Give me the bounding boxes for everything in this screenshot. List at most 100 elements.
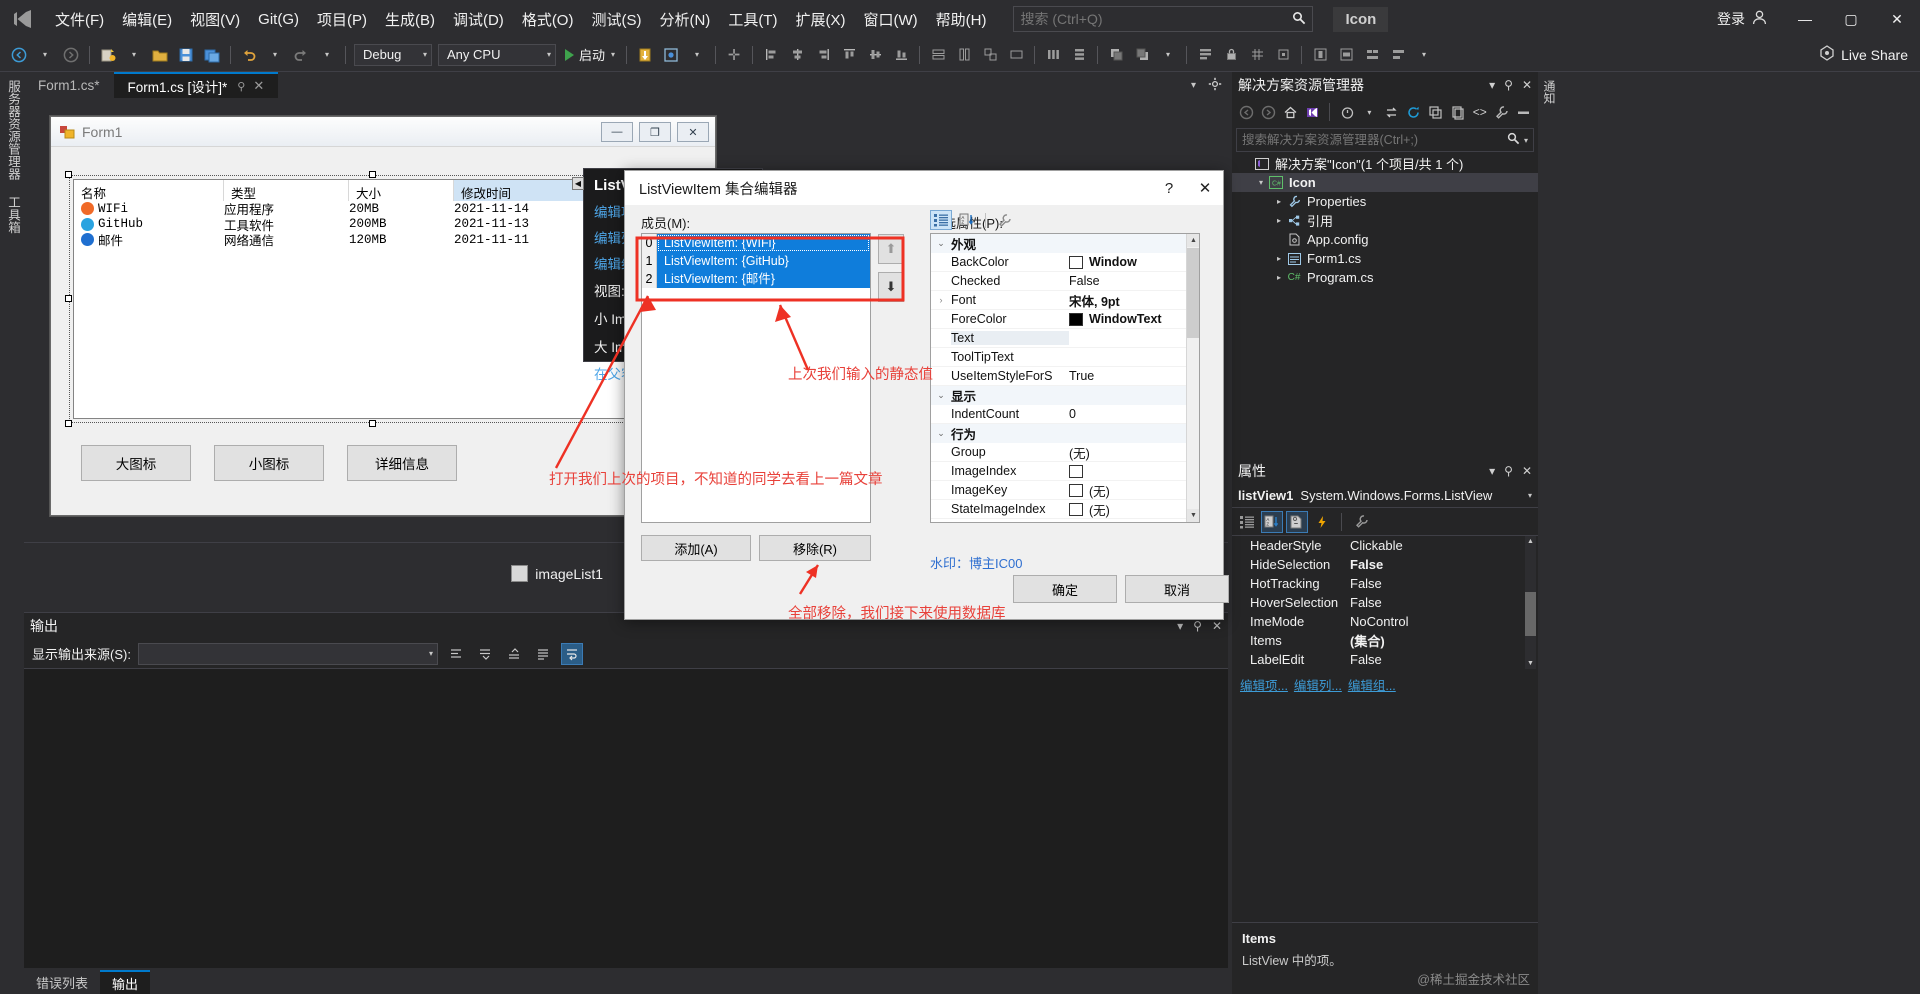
- member-item-2[interactable]: 2 ListViewItem: {邮件}: [642, 270, 870, 288]
- pin-icon[interactable]: ⚲: [1504, 78, 1513, 92]
- solution-configuration-combo[interactable]: Debug ▾: [354, 43, 432, 66]
- form-minimize-button[interactable]: —: [601, 122, 633, 142]
- save-icon[interactable]: [174, 43, 198, 67]
- close-icon[interactable]: ✕: [1212, 619, 1222, 633]
- properties-wrench-icon[interactable]: [993, 210, 1015, 230]
- lock-controls-icon[interactable]: [1219, 43, 1243, 67]
- property-row-hideselection[interactable]: HideSelection False: [1232, 555, 1538, 574]
- property-row-forecolor[interactable]: ForeColor WindowText: [931, 310, 1199, 329]
- search-input[interactable]: [1020, 11, 1293, 27]
- server-explorer-tab[interactable]: 服务器资源管理器: [0, 72, 27, 188]
- property-row-useitemstyleforsubitems[interactable]: UseItemStyleForS True: [931, 367, 1199, 386]
- close-icon[interactable]: ✕: [1522, 78, 1532, 92]
- chevron-down-icon[interactable]: ⌄: [931, 390, 951, 401]
- property-value[interactable]: (无): [1089, 481, 1110, 500]
- more-toolbar-icon[interactable]: ▾: [1412, 43, 1436, 67]
- resize-handle-nw[interactable]: [65, 171, 72, 178]
- toolbox-tab[interactable]: 工具箱: [0, 188, 27, 242]
- tab-error-list[interactable]: 错误列表: [24, 970, 100, 994]
- property-row-imageindex[interactable]: ImageIndex: [931, 462, 1199, 481]
- property-value[interactable]: False: [1350, 576, 1538, 591]
- properties-scrollbar[interactable]: ▲ ▼: [1525, 536, 1536, 669]
- view-code-icon[interactable]: <>: [1470, 101, 1490, 123]
- twisty[interactable]: ▸: [1272, 197, 1286, 206]
- scroll-down-icon[interactable]: ▼: [1525, 658, 1536, 669]
- property-value[interactable]: (无): [1089, 500, 1110, 519]
- output-source-combo[interactable]: ▾: [137, 642, 438, 665]
- align-rights-icon[interactable]: [811, 43, 835, 67]
- tab-output[interactable]: 输出: [100, 970, 151, 994]
- property-row-indentcount[interactable]: IndentCount 0: [931, 405, 1199, 424]
- tab-form1-cs[interactable]: Form1.cs*: [24, 72, 114, 98]
- pin-icon[interactable]: ⚲: [1193, 619, 1202, 633]
- property-value[interactable]: 宋体, 9pt: [1069, 291, 1120, 310]
- tray-imagelist1[interactable]: imageList1: [511, 565, 603, 582]
- add-button[interactable]: 添加(A): [641, 535, 751, 561]
- property-row-items[interactable]: Items (集合): [1232, 631, 1538, 650]
- align-grid-icon[interactable]: [1360, 43, 1384, 67]
- listviewitem-collection-editor-dialog[interactable]: ListViewItem 集合编辑器 ? ✕ 成员(M): 多选属性(P): 0…: [624, 170, 1229, 620]
- dialog-help-button[interactable]: ?: [1151, 171, 1187, 205]
- live-share-button[interactable]: Live Share: [1819, 45, 1908, 64]
- save-all-icon[interactable]: [200, 43, 224, 67]
- scroll-thumb[interactable]: [1525, 592, 1536, 636]
- chevron-down-icon[interactable]: ▾: [1489, 78, 1495, 92]
- form-maximize-button[interactable]: ❐: [639, 122, 671, 142]
- redo-icon[interactable]: [289, 43, 313, 67]
- scroll-up-icon[interactable]: ▲: [1525, 536, 1536, 547]
- close-icon[interactable]: ✕: [1522, 464, 1532, 478]
- align-tops-icon[interactable]: [837, 43, 861, 67]
- menu-format[interactable]: 格式(O): [513, 4, 583, 35]
- property-value[interactable]: False: [1350, 652, 1538, 667]
- size-grip-icon[interactable]: [1004, 43, 1028, 67]
- chevron-down-icon[interactable]: ⌄: [931, 428, 951, 439]
- chevron-down-icon[interactable]: ⌄: [931, 238, 951, 249]
- output-text-area[interactable]: [24, 669, 1228, 968]
- property-pages-icon[interactable]: [1286, 510, 1308, 533]
- collapse-all-icon[interactable]: [1426, 101, 1446, 123]
- solution-name-pill[interactable]: Icon: [1333, 6, 1389, 32]
- layering-dropdown-icon[interactable]: ▾: [1156, 43, 1180, 67]
- tree-node-properties[interactable]: ▸ Properties: [1232, 192, 1538, 211]
- twisty[interactable]: ▸: [1272, 273, 1286, 282]
- align-lefts-icon[interactable]: [759, 43, 783, 67]
- menu-window[interactable]: 窗口(W): [854, 4, 926, 35]
- menu-help[interactable]: 帮助(H): [927, 4, 996, 35]
- events-lightning-icon[interactable]: [1311, 511, 1333, 533]
- tree-node-references[interactable]: ▸ 引用: [1232, 211, 1538, 230]
- pending-changes-icon[interactable]: [1337, 101, 1357, 123]
- bring-to-front-icon[interactable]: [1104, 43, 1128, 67]
- property-category-display[interactable]: ⌄ 显示: [931, 386, 1199, 405]
- move-down-button[interactable]: ⬇: [878, 272, 904, 302]
- categorized-view-icon[interactable]: [1236, 511, 1258, 533]
- scroll-down-icon[interactable]: ▼: [1187, 509, 1199, 522]
- snap-to-grid-icon[interactable]: [1271, 43, 1295, 67]
- categorized-icon[interactable]: [930, 210, 952, 230]
- property-value[interactable]: (无): [1069, 443, 1199, 462]
- preview-dropdown-icon[interactable]: ▾: [685, 43, 709, 67]
- member-item-1[interactable]: 1 ListViewItem: {GitHub}: [642, 252, 870, 270]
- tree-node-app-config[interactable]: App.config: [1232, 230, 1538, 249]
- chevron-right-icon[interactable]: ›: [931, 295, 951, 305]
- column-header-name[interactable]: 名称: [74, 180, 224, 201]
- property-row-font[interactable]: › Font 宋体, 9pt: [931, 291, 1199, 310]
- property-row-labeledit[interactable]: LabelEdit False: [1232, 650, 1538, 669]
- property-row-imagekey[interactable]: ImageKey (无): [931, 481, 1199, 500]
- pin-icon[interactable]: ⚲: [237, 80, 245, 93]
- preview-selected-icon[interactable]: [1514, 101, 1534, 123]
- menu-analyze[interactable]: 分析(N): [650, 4, 719, 35]
- large-icon-button[interactable]: 大图标: [81, 445, 191, 481]
- resize-handle-n[interactable]: [369, 171, 376, 178]
- start-debug-button[interactable]: 启动 ▾: [559, 43, 621, 67]
- word-wrap-icon[interactable]: [560, 642, 583, 665]
- vertical-spacing-icon[interactable]: [1067, 43, 1091, 67]
- property-row-backcolor[interactable]: BackColor Window: [931, 253, 1199, 272]
- resize-handle-s[interactable]: [369, 420, 376, 427]
- open-file-icon[interactable]: [148, 43, 172, 67]
- menu-view[interactable]: 视图(V): [181, 4, 249, 35]
- gear-icon[interactable]: [1208, 77, 1222, 94]
- horizontal-spacing-icon[interactable]: [1041, 43, 1065, 67]
- navigate-back-icon[interactable]: [7, 43, 31, 67]
- show-all-files-icon[interactable]: [1448, 101, 1468, 123]
- property-value[interactable]: Clickable: [1350, 538, 1538, 553]
